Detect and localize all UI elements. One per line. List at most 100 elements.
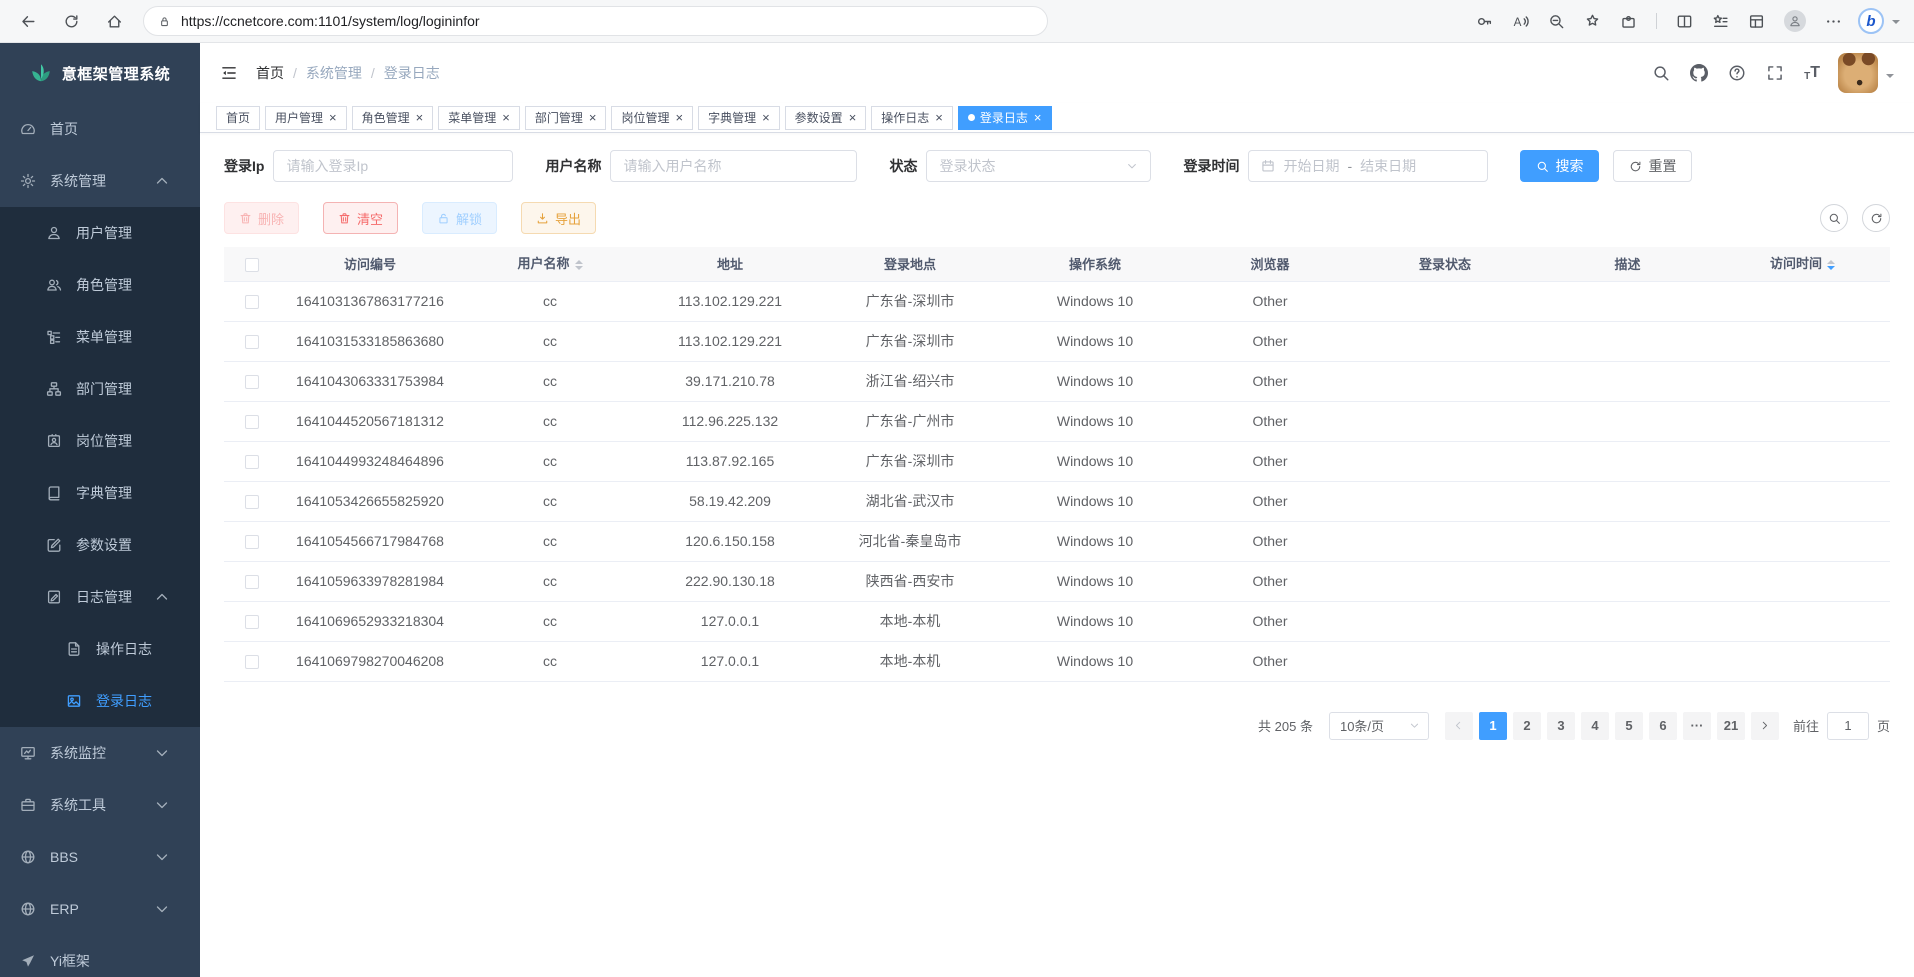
row-checkbox[interactable] [245,495,259,509]
sidebar-item-system-monitor[interactable]: 系统监控 [0,727,200,779]
row-checkbox[interactable] [245,455,259,469]
sidebar-item-system-mgmt[interactable]: 系统管理 [0,155,200,207]
login-ip-input[interactable] [286,158,500,174]
search-button[interactable] [1652,64,1670,82]
close-icon[interactable]: × [849,111,857,124]
sidebar-item-dict-mgmt[interactable]: 字典管理 [0,467,200,519]
sidebar-item-operation-log[interactable]: 操作日志 [0,623,200,675]
breadcrumb-system-mgmt[interactable]: 系统管理 [306,63,362,83]
read-aloud-icon[interactable]: A [1512,13,1529,30]
close-icon[interactable]: × [416,111,424,124]
avatar-caret-icon[interactable] [1886,74,1894,82]
page-button-3[interactable]: 3 [1547,712,1575,740]
extensions-icon[interactable] [1620,13,1637,30]
prev-page-button[interactable] [1445,712,1473,740]
date-range-picker[interactable]: 开始日期 - 结束日期 [1248,150,1488,182]
page-size-select[interactable]: 10条/页 [1329,712,1429,740]
page-button-5[interactable]: 5 [1615,712,1643,740]
sidebar-item-login-log[interactable]: 登录日志 [0,675,200,727]
page-button-1[interactable]: 1 [1479,712,1507,740]
row-checkbox[interactable] [245,615,259,629]
fullscreen-button[interactable] [1766,64,1784,82]
address-bar[interactable]: https://ccnetcore.com:1101/system/log/lo… [143,6,1048,36]
tab-role-mgmt[interactable]: 角色管理× [352,106,434,130]
tab-login-log[interactable]: 登录日志× [958,106,1052,130]
column-header[interactable]: 用户名称 [460,247,640,281]
status-select[interactable]: 登录状态 [926,150,1151,182]
search-button[interactable]: 搜索 [1520,150,1599,182]
back-button[interactable] [20,13,37,30]
tab-dept-mgmt[interactable]: 部门管理× [525,106,607,130]
bing-icon[interactable]: b [1858,8,1884,34]
tab-operation-log[interactable]: 操作日志× [871,106,953,130]
goto-page-input[interactable] [1827,712,1869,740]
breadcrumb-home[interactable]: 首页 [256,63,284,83]
sort-carets-icon[interactable] [1827,256,1835,274]
zoom-out-icon[interactable] [1548,13,1565,30]
more-pages-button[interactable]: ··· [1683,712,1711,740]
close-icon[interactable]: × [502,111,510,124]
app-logo[interactable]: 意框架管理系统 [0,43,200,103]
sidebar-item-role-mgmt[interactable]: 角色管理 [0,259,200,311]
row-checkbox[interactable] [245,375,259,389]
favorites-add-icon[interactable] [1584,13,1601,30]
user-name-input[interactable] [623,158,844,174]
sidebar-item-erp[interactable]: ERP [0,883,200,935]
sidebar-item-param-settings[interactable]: 参数设置 [0,519,200,571]
close-icon[interactable]: × [675,111,683,124]
row-checkbox[interactable] [245,335,259,349]
delete-button[interactable]: 删除 [224,202,299,234]
sidebar-item-menu-mgmt[interactable]: 菜单管理 [0,311,200,363]
close-icon[interactable]: × [589,111,597,124]
sidebar-item-log-mgmt[interactable]: 日志管理 [0,571,200,623]
select-all-checkbox[interactable] [245,258,259,272]
user-avatar[interactable] [1838,53,1878,93]
row-checkbox[interactable] [245,535,259,549]
column-header[interactable]: 访问时间 [1715,247,1890,281]
more-icon[interactable] [1825,13,1842,30]
collections-icon[interactable] [1748,13,1765,30]
home-button[interactable] [106,13,123,30]
help-button[interactable] [1728,64,1746,82]
sidebar-item-post-mgmt[interactable]: 岗位管理 [0,415,200,467]
page-button-6[interactable]: 6 [1649,712,1677,740]
unlock-button[interactable]: 解锁 [422,202,497,234]
sidebar-item-user-mgmt[interactable]: 用户管理 [0,207,200,259]
sidebar-toggle-button[interactable] [220,64,238,82]
clear-button[interactable]: 清空 [323,202,398,234]
next-page-button[interactable] [1751,712,1779,740]
favorites-bar-icon[interactable] [1712,13,1729,30]
split-screen-icon[interactable] [1676,13,1693,30]
sidebar-item-dept-mgmt[interactable]: 部门管理 [0,363,200,415]
tab-menu-mgmt[interactable]: 菜单管理× [438,106,520,130]
close-icon[interactable]: × [935,111,943,124]
tab-user-mgmt[interactable]: 用户管理× [265,106,347,130]
sidebar-item-bbs[interactable]: BBS [0,831,200,883]
row-checkbox[interactable] [245,655,259,669]
close-icon[interactable]: × [329,111,337,124]
row-checkbox[interactable] [245,575,259,589]
page-button-2[interactable]: 2 [1513,712,1541,740]
key-icon[interactable] [1476,13,1493,30]
font-size-button[interactable]: TT [1804,64,1820,82]
page-button-21[interactable]: 21 [1717,712,1745,740]
github-button[interactable] [1690,64,1708,82]
sidebar-item-system-tools[interactable]: 系统工具 [0,779,200,831]
refresh-table-button[interactable] [1862,204,1890,232]
refresh-button[interactable] [63,13,80,30]
sort-carets-icon[interactable] [575,256,583,274]
toggle-search-button[interactable] [1820,204,1848,232]
sidebar-item-home[interactable]: 首页 [0,103,200,155]
export-button[interactable]: 导出 [521,202,596,234]
browser-profile-icon[interactable] [1784,10,1806,32]
tab-post-mgmt[interactable]: 岗位管理× [611,106,693,130]
row-checkbox[interactable] [245,415,259,429]
tab-home[interactable]: 首页 [216,106,260,130]
tab-param-settings[interactable]: 参数设置× [785,106,867,130]
reset-button[interactable]: 重置 [1613,150,1692,182]
close-icon[interactable]: × [762,111,770,124]
tab-dict-mgmt[interactable]: 字典管理× [698,106,780,130]
close-icon[interactable]: × [1034,111,1042,124]
page-button-4[interactable]: 4 [1581,712,1609,740]
row-checkbox[interactable] [245,295,259,309]
